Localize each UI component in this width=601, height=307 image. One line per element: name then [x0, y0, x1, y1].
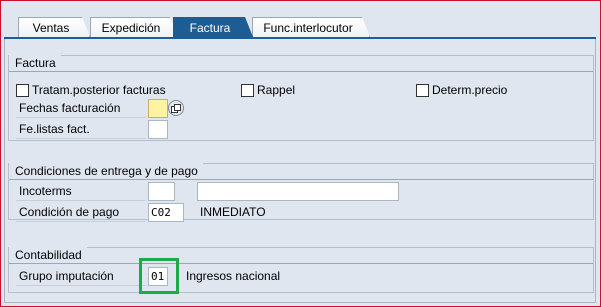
checkbox-box[interactable] — [241, 83, 254, 97]
fechas-facturacion-input[interactable] — [148, 99, 168, 118]
checkbox-box[interactable] — [16, 83, 29, 97]
group-title: Contabilidad — [9, 247, 97, 264]
condicion-pago-input[interactable]: C02 — [148, 203, 184, 222]
group-title: Factura — [9, 55, 71, 72]
tab-expedicion[interactable]: Expedición — [90, 17, 178, 37]
tab-factura[interactable]: Factura — [173, 17, 253, 37]
checkbox-box[interactable] — [416, 83, 429, 97]
label-fechas: Fechas facturación — [16, 99, 146, 118]
tab-content: Factura Tratam.posterior facturas Rappel… — [4, 39, 596, 303]
tab-ventas[interactable]: Ventas — [18, 17, 90, 37]
fe-listas-fact-input[interactable] — [148, 120, 168, 139]
grupo-imputacion-text: Ingresos nacional — [186, 269, 281, 283]
group-condiciones: Condiciones de entrega y de pago Incoter… — [8, 163, 594, 222]
group-divider — [9, 71, 593, 72]
label-condicion-pago: Condición de pago — [16, 203, 146, 222]
tab-label: Expedición — [101, 20, 161, 35]
incoterms-2-input[interactable] — [197, 182, 399, 201]
value-help-icon — [171, 103, 181, 113]
checkbox-label: Tratam.posterior facturas — [32, 83, 166, 97]
search-help-button[interactable] — [168, 100, 184, 116]
checkbox-label: Rappel — [257, 83, 296, 97]
tab-func-interlocutor[interactable]: Func.interlocutor — [252, 17, 370, 37]
checkbox-tratam[interactable]: Tratam.posterior facturas — [16, 82, 166, 98]
label-incoterms: Incoterms — [16, 182, 146, 201]
condicion-pago-text: INMEDIATO — [200, 205, 266, 219]
group-factura: Factura Tratam.posterior facturas Rappel… — [8, 55, 594, 141]
checkbox-rappel[interactable]: Rappel — [241, 82, 295, 98]
tab-label: Factura — [189, 20, 231, 35]
incoterms-input[interactable] — [148, 182, 175, 201]
tab-label: Func.interlocutor — [263, 20, 353, 35]
tabstrip: Ventas Expedición Func.interlocutor Fact… — [10, 17, 590, 37]
checkbox-determ[interactable]: Determ.precio — [416, 82, 507, 98]
label-felistas: Fe.listas fact. — [16, 120, 146, 139]
label-grupo-imputacion: Grupo imputación — [16, 267, 146, 286]
checkbox-label: Determ.precio — [432, 83, 508, 97]
highlight-box — [139, 258, 179, 294]
group-title: Condiciones de entrega y de pago — [9, 163, 213, 180]
group-contabilidad: Contabilidad Grupo imputación 01 Ingreso… — [8, 247, 594, 294]
tab-label: Ventas — [32, 20, 70, 35]
